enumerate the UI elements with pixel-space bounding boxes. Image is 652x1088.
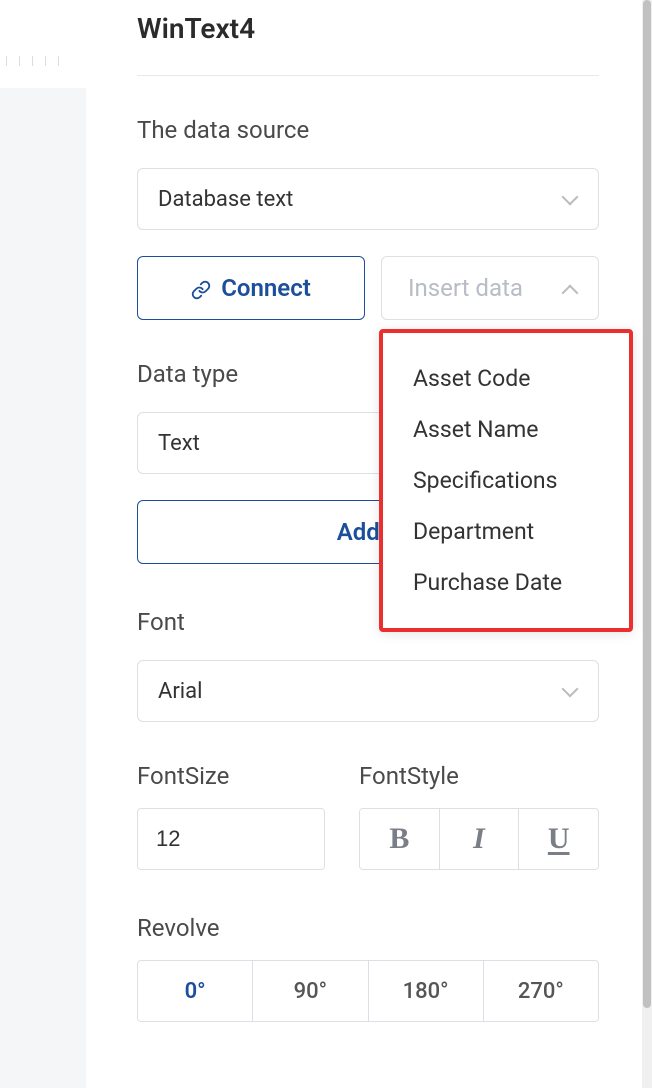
fontsize-input[interactable] bbox=[138, 809, 325, 869]
ruler-ticks bbox=[0, 56, 86, 70]
font-select[interactable]: Arial bbox=[137, 660, 599, 722]
revolve-270[interactable]: 270° bbox=[484, 961, 598, 1021]
panel-title: WinText4 bbox=[137, 12, 599, 45]
data-source-label: The data source bbox=[137, 116, 599, 144]
underline-button[interactable]: U bbox=[519, 809, 598, 869]
left-side-panel bbox=[0, 0, 86, 1088]
dropdown-item-department[interactable]: Department bbox=[383, 506, 629, 557]
data-type-value: Text bbox=[158, 431, 200, 456]
dropdown-item-asset-code[interactable]: Asset Code bbox=[383, 353, 629, 404]
data-source-select[interactable]: Database text bbox=[137, 168, 599, 230]
font-value: Arial bbox=[158, 679, 202, 704]
revolve-180[interactable]: 180° bbox=[369, 961, 484, 1021]
revolve-0[interactable]: 0° bbox=[138, 961, 253, 1021]
fontsize-label: FontSize bbox=[137, 762, 325, 790]
insert-data-dropdown[interactable]: Insert data bbox=[381, 256, 599, 320]
insert-data-dropdown-menu: Asset Code Asset Name Specifications Dep… bbox=[379, 329, 633, 632]
italic-button[interactable]: I bbox=[440, 809, 520, 869]
connect-button[interactable]: Connect bbox=[137, 256, 365, 320]
data-source-value: Database text bbox=[158, 187, 293, 212]
revolve-label: Revolve bbox=[137, 914, 599, 942]
dropdown-item-asset-name[interactable]: Asset Name bbox=[383, 404, 629, 455]
left-gray-area bbox=[0, 88, 86, 1088]
dropdown-item-purchase-date[interactable]: Purchase Date bbox=[383, 557, 629, 608]
chevron-down-icon bbox=[562, 686, 578, 696]
scrollbar-track bbox=[642, 0, 652, 1088]
bold-button[interactable]: B bbox=[360, 809, 440, 869]
dropdown-item-specifications[interactable]: Specifications bbox=[383, 455, 629, 506]
chevron-up-icon bbox=[562, 283, 578, 293]
fontstyle-label: FontStyle bbox=[359, 762, 599, 790]
chevron-down-icon bbox=[562, 194, 578, 204]
fontsize-stepper[interactable] bbox=[137, 808, 325, 870]
scrollbar-thumb[interactable] bbox=[643, 0, 651, 1008]
connect-label: Connect bbox=[221, 274, 311, 302]
divider bbox=[137, 75, 599, 76]
link-icon bbox=[191, 278, 211, 298]
revolve-90[interactable]: 90° bbox=[253, 961, 368, 1021]
insert-data-placeholder: Insert data bbox=[408, 274, 523, 302]
